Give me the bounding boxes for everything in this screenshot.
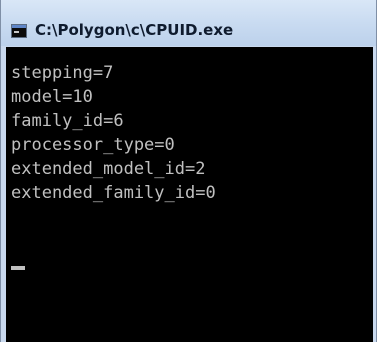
console-line-extended-model-id: extended_model_id=2 <box>11 159 206 179</box>
console-line-family-id: family_id=6 <box>11 111 124 131</box>
console-window-icon[interactable] <box>11 24 27 38</box>
window-title: C:\Polygon\c\CPUID.exe <box>35 21 234 39</box>
console-line-processor-type: processor_type=0 <box>11 135 175 155</box>
console-output[interactable]: stepping=7 model=10 family_id=6 processo… <box>6 47 373 342</box>
console-window: C:\Polygon\c\CPUID.exe stepping=7 model=… <box>0 0 377 342</box>
console-line-stepping: stepping=7 <box>11 63 114 83</box>
text-cursor <box>11 266 25 270</box>
title-bar[interactable]: C:\Polygon\c\CPUID.exe <box>1 0 376 46</box>
console-line-extended-family-id: extended_family_id=0 <box>11 183 216 203</box>
console-lines: stepping=7 model=10 family_id=6 processo… <box>11 61 216 205</box>
console-line-model: model=10 <box>11 87 93 107</box>
